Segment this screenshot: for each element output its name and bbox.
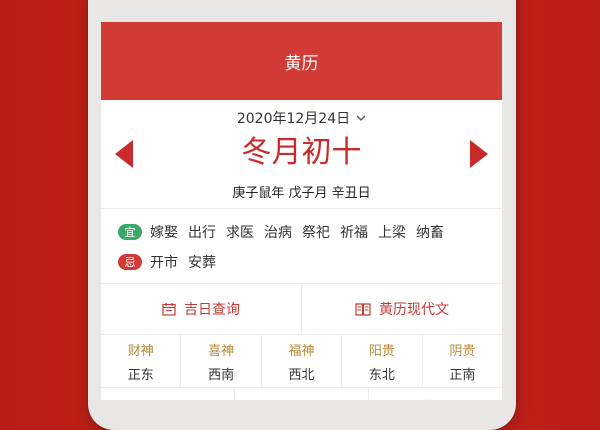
lunar-date: 冬月初十 [241, 135, 362, 170]
app-screen: 黄历 2020年12月24日 冬月初十 庚子鼠年 戊子月 辛丑日 宜 嫁娶 出行… [101, 22, 502, 400]
yi-item: 出行 [188, 225, 216, 241]
god-direction: 正东 [127, 367, 154, 383]
bottom-info-row: 五行 冲煞 值神 [101, 388, 502, 400]
page-title: 黄历 [284, 53, 319, 74]
yi-item: 祭祀 [302, 225, 330, 241]
god-name: 阳贵 [368, 343, 395, 359]
book-icon [355, 303, 371, 316]
yi-ji-section: 宜 嫁娶 出行 求医 治病 祭祀 祈福 上梁 纳畜 忌 开市 安葬 [101, 209, 502, 283]
ji-item: 开市 [150, 255, 178, 271]
ji-row: 忌 开市 安葬 [118, 247, 490, 277]
god-cell: 福神 西北 [260, 335, 341, 387]
god-name: 阴贵 [449, 343, 476, 359]
god-cell: 喜神 西南 [180, 335, 260, 387]
ji-badge: 忌 [118, 254, 142, 270]
yi-item: 上梁 [378, 225, 406, 241]
god-direction: 东北 [368, 367, 395, 383]
zhishen-label: 值神 [368, 388, 502, 400]
god-cell: 阴贵 正南 [421, 335, 502, 387]
triangle-right-icon [470, 140, 488, 168]
god-name: 喜神 [208, 343, 235, 359]
god-cell: 财神 正东 [101, 335, 180, 387]
god-name: 财神 [127, 343, 154, 359]
auspicious-day-query-button[interactable]: 吉日查询 [101, 284, 301, 334]
god-direction: 正南 [449, 367, 476, 383]
yi-item: 嫁娶 [150, 225, 178, 241]
chevron-down-icon [356, 115, 366, 121]
date-selector[interactable]: 2020年12月24日 [101, 108, 502, 128]
god-name: 福神 [288, 343, 315, 359]
modern-text-button[interactable]: 黄历现代文 [301, 284, 502, 334]
yi-item: 求医 [226, 225, 254, 241]
lunar-row: 冬月初十 [101, 130, 502, 176]
god-direction: 西北 [288, 367, 315, 383]
yi-item: 治病 [264, 225, 292, 241]
yi-row: 宜 嫁娶 出行 求医 治病 祭祀 祈福 上梁 纳畜 [118, 217, 490, 247]
app-header: 黄历 [101, 22, 502, 100]
chongsha-label: 冲煞 [234, 388, 368, 400]
god-direction: 西南 [208, 367, 235, 383]
yi-item: 纳畜 [416, 225, 444, 241]
next-day-button[interactable] [468, 140, 488, 168]
modern-text-label: 黄历现代文 [379, 302, 449, 318]
action-bar: 吉日查询 黄历现代文 [101, 283, 502, 335]
calendar-icon [162, 303, 176, 316]
yi-item: 祈福 [340, 225, 368, 241]
gods-direction-row: 财神 正东 喜神 西南 福神 西北 阳贵 东北 阴贵 正南 [101, 335, 502, 388]
ji-item: 安葬 [188, 255, 216, 271]
date-label: 2020年12月24日 [236, 111, 351, 127]
ganzhi-text: 庚子鼠年 戊子月 辛丑日 [232, 186, 371, 201]
yi-badge: 宜 [118, 224, 142, 240]
god-cell: 阳贵 东北 [341, 335, 421, 387]
wuxing-label: 五行 [101, 388, 234, 400]
auspicious-day-query-label: 吉日查询 [184, 302, 240, 318]
